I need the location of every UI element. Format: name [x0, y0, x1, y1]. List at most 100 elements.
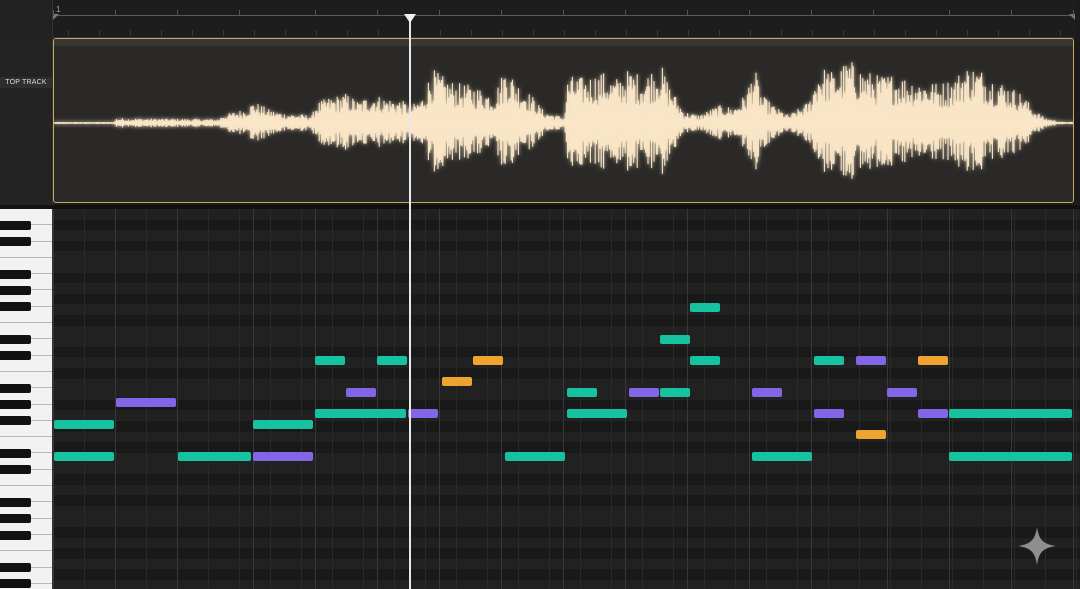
- playhead-line[interactable]: [409, 14, 411, 589]
- track-header[interactable]: TOP TRACK: [0, 37, 53, 205]
- midi-note-green[interactable]: [949, 409, 1072, 418]
- piano-black-key[interactable]: [0, 579, 31, 589]
- grid-beat-line: [363, 209, 364, 589]
- grid-beat-line: [766, 209, 767, 589]
- piano-black-key[interactable]: [0, 286, 31, 295]
- grid-bar-line: [687, 209, 688, 589]
- waveform-path: [54, 62, 1073, 179]
- midi-note-purple[interactable]: [116, 398, 176, 407]
- piano-black-key[interactable]: [0, 497, 31, 507]
- piano-black-key[interactable]: [0, 220, 31, 230]
- grid-beat-line: [611, 209, 612, 589]
- midi-note-green[interactable]: [54, 452, 114, 461]
- grid-beat-line: [1076, 209, 1077, 589]
- piano-black-key[interactable]: [0, 351, 31, 361]
- ruler-subtick: [781, 30, 782, 36]
- midi-note-green[interactable]: [752, 452, 812, 461]
- piano-black-key[interactable]: [0, 400, 31, 410]
- ruler-subtick: [1060, 30, 1061, 36]
- ruler-subtick: [874, 30, 875, 36]
- midi-note-green[interactable]: [377, 356, 407, 365]
- loop-end-marker-icon[interactable]: [1069, 14, 1075, 20]
- waveform: [54, 62, 1073, 179]
- midi-note-orange[interactable]: [473, 356, 503, 365]
- grid-beat-line: [704, 209, 705, 589]
- ruler-tick: [1011, 10, 1012, 16]
- piano-black-key[interactable]: [0, 416, 31, 426]
- midi-note-purple[interactable]: [346, 388, 376, 397]
- midi-note-orange[interactable]: [918, 356, 948, 365]
- piano-black-key[interactable]: [0, 334, 31, 344]
- loop-region-bar[interactable]: [53, 15, 1075, 19]
- midi-note-purple[interactable]: [629, 388, 659, 397]
- midi-note-purple[interactable]: [856, 356, 886, 365]
- midi-note-green[interactable]: [690, 356, 720, 365]
- timeline-ruler[interactable]: 1: [53, 0, 1075, 38]
- grid-beat-line: [425, 209, 426, 589]
- grid-bar-line: [53, 209, 54, 589]
- ruler-corner: [0, 0, 53, 38]
- ruler-tick: [315, 10, 316, 16]
- ruler-subtick: [843, 30, 844, 36]
- ruler-subtick: [1029, 30, 1030, 36]
- piano-black-key[interactable]: [0, 514, 31, 524]
- ruler-tick: [377, 10, 378, 16]
- midi-note-green[interactable]: [660, 335, 690, 344]
- piano-black-key[interactable]: [0, 530, 31, 540]
- grid-beat-line: [828, 209, 829, 589]
- piano-black-key[interactable]: [0, 269, 31, 279]
- grid-bar-line: [501, 209, 502, 589]
- midi-note-purple[interactable]: [408, 409, 438, 418]
- grid-bar-line: [315, 209, 316, 589]
- ruler-subtick: [626, 30, 627, 36]
- piano-roll-grid[interactable]: [53, 209, 1080, 589]
- midi-note-purple[interactable]: [918, 409, 948, 418]
- midi-note-green[interactable]: [690, 303, 720, 312]
- ruler-subtick: [130, 30, 131, 36]
- grid-beat-line: [642, 209, 643, 589]
- ruler-subtick: [967, 30, 968, 36]
- piano-keyboard[interactable]: [0, 209, 53, 589]
- midi-note-green[interactable]: [505, 452, 565, 461]
- track-name-label: TOP TRACK: [0, 77, 52, 88]
- grid-bar-line: [625, 209, 626, 589]
- midi-note-purple[interactable]: [253, 452, 313, 461]
- grid-beat-line: [859, 209, 860, 589]
- midi-note-green[interactable]: [54, 420, 114, 429]
- ruler-subtick: [223, 30, 224, 36]
- midi-note-green[interactable]: [178, 452, 251, 461]
- ruler-subtick: [812, 30, 813, 36]
- piano-black-key[interactable]: [0, 302, 31, 312]
- midi-note-green[interactable]: [315, 356, 345, 365]
- midi-note-green[interactable]: [253, 420, 313, 429]
- midi-note-purple[interactable]: [887, 388, 917, 397]
- midi-note-green[interactable]: [567, 409, 627, 418]
- piano-black-key[interactable]: [0, 563, 31, 573]
- grid-beat-line: [332, 209, 333, 589]
- piano-black-key[interactable]: [0, 237, 31, 247]
- ruler-subtick: [688, 30, 689, 36]
- midi-note-orange[interactable]: [442, 377, 472, 386]
- midi-note-purple[interactable]: [752, 388, 782, 397]
- midi-note-green[interactable]: [814, 356, 844, 365]
- playhead-handle-icon[interactable]: [404, 14, 416, 23]
- ruler-tick: [1073, 10, 1074, 16]
- midi-note-green[interactable]: [567, 388, 597, 397]
- midi-note-green[interactable]: [949, 452, 1072, 461]
- ruler-subtick: [595, 30, 596, 36]
- piano-black-key[interactable]: [0, 465, 31, 475]
- ruler-tick: [687, 10, 688, 16]
- piano-black-key[interactable]: [0, 449, 31, 458]
- audio-clip[interactable]: [53, 38, 1074, 203]
- piano-black-key[interactable]: [0, 383, 31, 393]
- midi-note-green[interactable]: [315, 409, 406, 418]
- midi-note-orange[interactable]: [856, 430, 886, 439]
- grid-beat-line: [456, 209, 457, 589]
- ruler-subtick: [502, 30, 503, 36]
- grid-bar-line: [887, 209, 888, 589]
- grid-beat-line: [1014, 209, 1015, 589]
- grid-bar-line: [563, 209, 564, 589]
- ruler-tick: [811, 10, 812, 16]
- midi-note-green[interactable]: [660, 388, 690, 397]
- midi-note-purple[interactable]: [814, 409, 844, 418]
